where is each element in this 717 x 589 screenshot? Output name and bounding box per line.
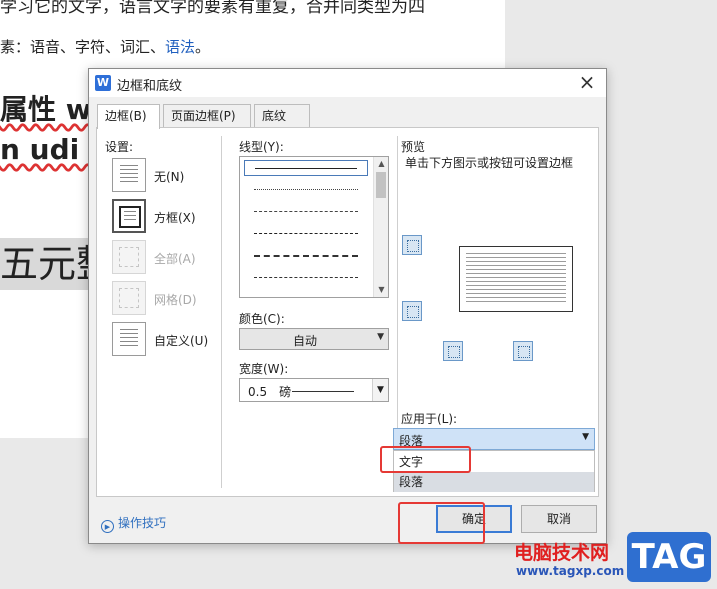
chevron-down-icon: ▼ <box>372 379 388 401</box>
border-preview[interactable] <box>459 246 573 312</box>
line-style-option[interactable] <box>244 226 368 242</box>
setting-grid-thumbnail <box>112 281 146 315</box>
setting-label: 网格(D) <box>154 293 197 307</box>
line-style-option[interactable] <box>244 270 368 286</box>
document-link[interactable]: 语法 <box>165 38 195 56</box>
tips-label: 操作技巧 <box>118 516 167 530</box>
column-divider <box>221 136 222 488</box>
apply-to-heading: 应用于(L): <box>401 412 458 426</box>
setting-label: 全部(A) <box>154 252 196 266</box>
setting-label: 方框(X) <box>154 211 196 225</box>
tab-borders[interactable]: 边框(B) <box>97 104 160 129</box>
settings-heading: 设置: <box>105 140 134 154</box>
line-style-option[interactable] <box>244 160 368 176</box>
color-dropdown[interactable]: 自动 ▼ <box>239 328 389 350</box>
setting-label: 自定义(U) <box>154 334 209 348</box>
watermark-url: www.tagxp.com <box>516 564 625 578</box>
borders-panel: 设置: 无(N) 方框(X) 全部(A) 网格(D) 自定义(U) 线型(Y): <box>96 127 599 497</box>
dialog-titlebar[interactable]: W 边框和底纹 × <box>89 69 606 97</box>
setting-none-thumbnail <box>112 158 146 192</box>
color-value: 自动 <box>292 334 317 348</box>
watermark-site-name: 电脑技术网 <box>514 542 610 564</box>
top-border-button[interactable] <box>402 235 422 255</box>
document-text: 素：语音、字符、词汇、 <box>0 38 166 56</box>
setting-box-thumbnail <box>112 199 146 233</box>
document-line: 素：语音、字符、词汇、语法。 <box>0 36 210 57</box>
tab-page-borders[interactable]: 页面边框(P) <box>163 104 251 128</box>
width-dropdown[interactable]: 0.5 磅 ▼ <box>239 378 389 402</box>
color-heading: 颜色(C): <box>239 312 285 326</box>
left-border-button[interactable] <box>443 341 463 361</box>
document-line: 学习它的文字，语言文字的要素有重复，合并同类型为四 <box>0 0 425 17</box>
width-heading: 宽度(W): <box>239 362 289 376</box>
tips-link[interactable]: ▶ 操作技巧 <box>101 514 166 533</box>
line-style-list[interactable]: ▲ ▼ <box>239 156 389 298</box>
setting-label: 无(N) <box>154 170 185 184</box>
line-style-heading: 线型(Y): <box>239 140 284 154</box>
close-icon[interactable]: × <box>576 71 598 93</box>
play-icon: ▶ <box>101 520 114 533</box>
highlight-box <box>380 446 471 473</box>
cancel-button[interactable]: 取消 <box>521 505 597 533</box>
tab-shading[interactable]: 底纹(S) <box>254 104 310 145</box>
line-style-scrollbar[interactable]: ▲ ▼ <box>373 157 388 297</box>
line-style-option[interactable] <box>244 248 368 264</box>
bottom-border-button[interactable] <box>402 301 422 321</box>
chevron-down-icon: ▼ <box>377 332 384 342</box>
document-text: 。 <box>195 38 211 56</box>
watermark-tag-logo: TAG <box>627 532 711 582</box>
scroll-up-icon[interactable]: ▲ <box>374 157 388 171</box>
setting-all-thumbnail <box>112 240 146 274</box>
wps-app-icon: W <box>95 75 111 91</box>
width-value: 0.5 磅 <box>248 385 292 399</box>
chevron-down-icon: ▼ <box>582 432 589 442</box>
line-style-option[interactable] <box>244 182 368 198</box>
highlight-box <box>398 502 485 544</box>
width-sample-line <box>292 391 354 392</box>
preview-hint: 单击下方图示或按钮可设置边框 <box>405 156 574 170</box>
right-border-button[interactable] <box>513 341 533 361</box>
dialog-title: 边框和底纹 <box>117 79 183 94</box>
scrollbar-thumb[interactable] <box>376 172 386 198</box>
scroll-down-icon[interactable]: ▼ <box>374 283 388 297</box>
apply-option-paragraph[interactable]: 段落 <box>394 472 594 492</box>
borders-shading-dialog: W 边框和底纹 × 边框(B) 页面边框(P) 底纹(S) 设置: 无(N) 方… <box>88 68 607 544</box>
setting-custom-thumbnail <box>112 322 146 356</box>
preview-heading: 预览 <box>401 140 426 154</box>
line-style-option[interactable] <box>244 204 368 220</box>
